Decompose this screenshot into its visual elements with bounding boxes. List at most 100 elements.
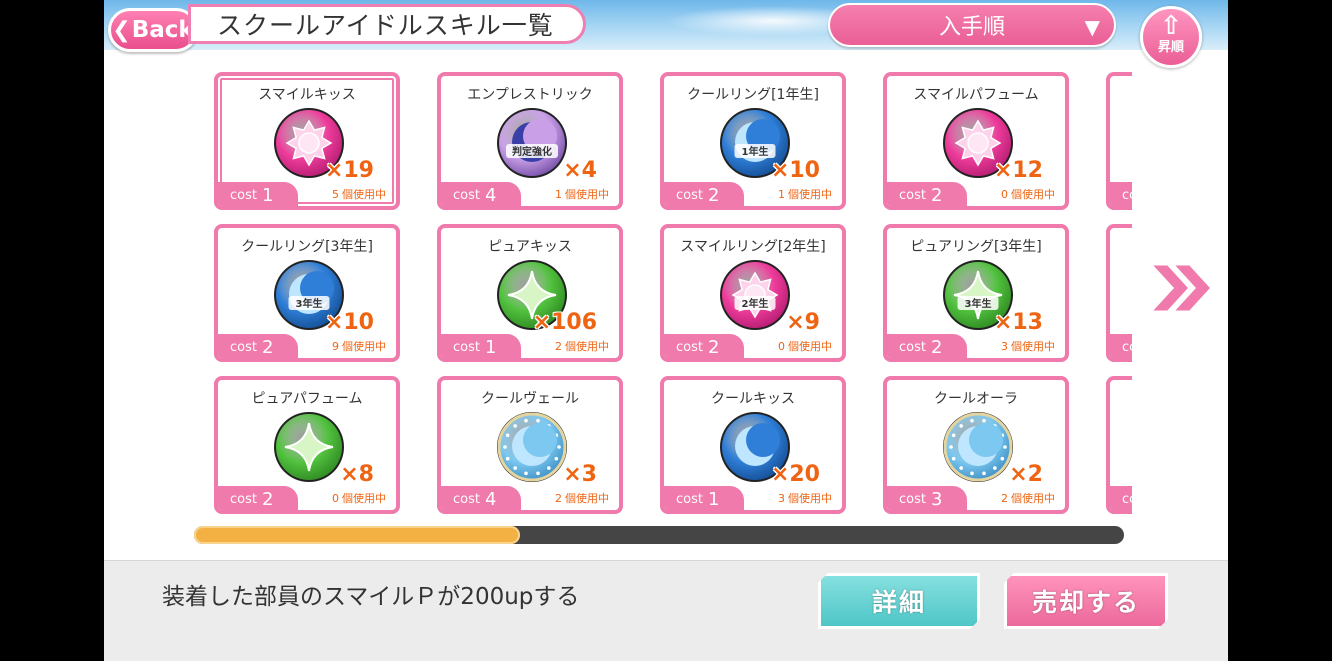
- footer-panel: 装着した部員のスマイルＰが200upする 詳細 売却する: [104, 560, 1228, 661]
- cost-value: 4: [484, 184, 497, 206]
- cost-label: cost: [453, 339, 480, 355]
- skill-card[interactable]: ヒ co: [1106, 376, 1132, 514]
- cost-tab: cost 4: [441, 182, 521, 206]
- skill-badge: 3年生: [965, 297, 992, 310]
- cost-tab: co: [1110, 182, 1132, 206]
- cost-label: cost: [453, 187, 480, 203]
- skill-name: スマイルリング[2年生]: [680, 239, 826, 255]
- used-count-number: 3: [1001, 340, 1008, 353]
- cost-tab: cost 2: [218, 334, 298, 358]
- next-page-chevron-icon[interactable]: [1146, 258, 1216, 318]
- skill-card[interactable]: クールリング[3年生] 3年生 ×10 cost 2 9 個使用中: [214, 224, 400, 362]
- cost-value: 2: [930, 336, 943, 358]
- skill-badge: 3年生: [296, 297, 323, 310]
- used-count-number: 2: [1001, 492, 1008, 505]
- used-count-label: 個使用中: [788, 492, 832, 505]
- skill-card[interactable]: ス co: [1106, 72, 1132, 210]
- skill-card[interactable]: ピュアリング[3年生] 3年生 ×13 cost 2 3 個使用中: [883, 224, 1069, 362]
- sun-icon: 2年生: [718, 258, 792, 332]
- skill-count: ×106: [532, 310, 597, 335]
- cost-tab: cost 2: [664, 182, 744, 206]
- skill-grid: スマイルキッス ×19 cost 1 5 個使用中クールリング[3年生] 3年生 ×10 cos…: [200, 62, 1132, 522]
- skill-name: クールキッス: [711, 391, 795, 407]
- cost-tab: cost 4: [441, 486, 521, 510]
- cost-tab: co: [1110, 486, 1132, 510]
- used-count-label: 個使用中: [788, 340, 832, 353]
- cost-value: 2: [261, 488, 274, 510]
- skill-card[interactable]: スマイルパフューム ×12 cost 2 0 個使用中: [883, 72, 1069, 210]
- cost-label: cost: [676, 339, 703, 355]
- skill-count: ×12: [993, 158, 1043, 183]
- used-count: 0 個使用中: [1001, 186, 1055, 202]
- skill-badge: 1年生: [742, 145, 769, 158]
- horizontal-scrollbar[interactable]: [194, 526, 1124, 544]
- used-count: 1 個使用中: [555, 186, 609, 202]
- used-count: 3 個使用中: [778, 490, 832, 506]
- skill-count: ×10: [770, 158, 820, 183]
- skill-count: ×4: [563, 158, 597, 183]
- cost-value: 2: [707, 184, 720, 206]
- sparkle-icon: [272, 410, 346, 484]
- sort-dropdown-label: 入手順: [938, 15, 1005, 40]
- moon-icon: [495, 410, 569, 484]
- skill-description: 装着した部員のスマイルＰが200upする: [162, 584, 580, 610]
- skill-badge: 判定強化: [512, 145, 552, 158]
- cost-label: cost: [230, 339, 257, 355]
- sell-button[interactable]: 売却する: [1004, 573, 1168, 629]
- cost-tab: cost 1: [441, 334, 521, 358]
- skill-card[interactable]: ピュアパフューム ×8 cost 2 0 個使用中: [214, 376, 400, 514]
- skill-name: エンプレストリック: [467, 87, 593, 103]
- used-count-label: 個使用中: [788, 188, 832, 201]
- used-count: 3 個使用中: [1001, 338, 1055, 354]
- used-count-label: 個使用中: [342, 340, 386, 353]
- skill-name: ピュアリング[3年生]: [910, 239, 1042, 255]
- skill-card[interactable]: スマイルキッス ×19 cost 1 5 個使用中: [214, 72, 400, 210]
- used-count-label: 個使用中: [565, 340, 609, 353]
- cost-label: co: [1122, 491, 1132, 507]
- skill-card[interactable]: co: [1106, 224, 1132, 362]
- used-count: 5 個使用中: [332, 186, 386, 202]
- skill-card[interactable]: クールオーラ ×2 cost 3 2 個使用中: [883, 376, 1069, 514]
- skill-name: ピュアパフューム: [251, 391, 363, 407]
- cost-tab: cost 2: [887, 334, 967, 358]
- cost-value: 3: [930, 488, 943, 510]
- used-count-number: 5: [332, 188, 339, 201]
- used-count-label: 個使用中: [342, 188, 386, 201]
- used-count-number: 9: [332, 340, 339, 353]
- skill-name: スマイルパフューム: [913, 87, 1039, 103]
- cost-label: co: [1122, 339, 1132, 355]
- detail-button[interactable]: 詳細: [818, 573, 980, 629]
- sort-dropdown[interactable]: 入手順 ▼: [828, 3, 1116, 47]
- skill-card[interactable]: クールヴェール ×3 cost 4 2 個使用中: [437, 376, 623, 514]
- skill-name: ヒ: [1110, 388, 1132, 408]
- used-count-label: 個使用中: [1011, 340, 1055, 353]
- arrow-up-icon: ⇧: [1160, 11, 1182, 41]
- used-count-label: 個使用中: [565, 188, 609, 201]
- cost-tab: cost 2: [218, 486, 298, 510]
- cost-value: 1: [707, 488, 720, 510]
- cost-tab: cost 2: [664, 334, 744, 358]
- back-button[interactable]: ❮ Back: [108, 8, 198, 52]
- skill-count: ×8: [340, 462, 374, 487]
- skill-count: ×3: [563, 462, 597, 487]
- sort-order-button[interactable]: ⇧ 昇順: [1140, 6, 1202, 68]
- skill-card[interactable]: スマイルリング[2年生] 2年生 ×9 cost 2 0 個使用中: [660, 224, 846, 362]
- used-count: 1 個使用中: [778, 186, 832, 202]
- cost-label: cost: [230, 187, 257, 203]
- skill-card[interactable]: エンプレストリック 判定強化 ×4 cost 4 1 個使用中: [437, 72, 623, 210]
- skill-name: クールオーラ: [934, 391, 1018, 407]
- moon-icon: 判定強化: [495, 106, 569, 180]
- used-count: 2 個使用中: [555, 338, 609, 354]
- skill-card[interactable]: クールキッス ×20 cost 1 3 個使用中: [660, 376, 846, 514]
- used-count: 2 個使用中: [555, 490, 609, 506]
- skill-count: ×2: [1009, 462, 1043, 487]
- cost-value: 4: [484, 488, 497, 510]
- skill-card[interactable]: ピュアキッス ×106 cost 1 2 個使用中: [437, 224, 623, 362]
- cost-tab: cost 2: [887, 182, 967, 206]
- chevron-left-icon: ❮: [112, 17, 131, 43]
- skill-card[interactable]: クールリング[1年生] 1年生 ×10 cost 2 1 個使用中: [660, 72, 846, 210]
- scrollbar-thumb[interactable]: [194, 526, 520, 544]
- skill-name: クールリング[3年生]: [241, 239, 373, 255]
- sort-order-label: 昇順: [1157, 40, 1184, 55]
- skill-count: ×9: [786, 310, 820, 335]
